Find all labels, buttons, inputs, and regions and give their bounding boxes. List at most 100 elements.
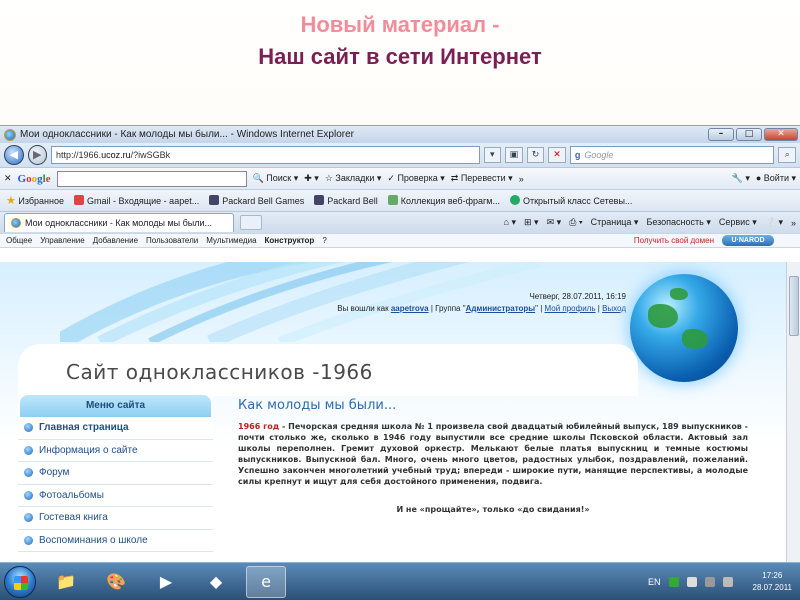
site-datetime: Четверг, 28.07.2011, 16:19 [529, 292, 626, 301]
spellcheck-button[interactable]: ✓ Проверка ▾ [387, 173, 444, 184]
command-bar: ⌂ ▾ ⊞ ▾ ✉ ▾ ⎙ ▾ Страница ▾ Безопасность … [504, 217, 796, 228]
ucoz-admin-panel: Общее Управление Добавление Пользователи… [0, 233, 800, 248]
app-icon[interactable]: ◆ [196, 566, 236, 598]
google-plus-icon[interactable]: ✚ ▾ [304, 173, 319, 184]
bullet-icon [24, 535, 33, 545]
compat-view-icon[interactable]: ▣ [505, 147, 523, 163]
ucoz-add[interactable]: Добавление [93, 236, 138, 245]
slide-title-line1: Новый материал - [300, 12, 500, 37]
google-logo: Google [17, 172, 51, 185]
tab-title: Мои одноклассники - Как молоды мы были..… [25, 218, 213, 228]
tab-page-icon [11, 218, 21, 228]
mail-icon[interactable]: ✉ ▾ [547, 217, 562, 228]
site-title: Сайт одноклассников -1966 [66, 360, 373, 384]
clock[interactable]: 17:26 28.07.2011 [753, 570, 792, 594]
more-chevron-icon[interactable]: » [519, 174, 524, 184]
media-player-icon[interactable]: ▶ [146, 566, 186, 598]
username-link[interactable]: aapetrova [391, 304, 429, 313]
more-chevron-icon[interactable]: » [791, 218, 796, 228]
paint-icon[interactable]: 🎨 [96, 566, 136, 598]
menu-item-guestbook[interactable]: Гостевая книга [18, 507, 213, 530]
close-button[interactable]: ✕ [764, 128, 798, 141]
close-toolbar-icon[interactable]: ✕ [4, 173, 12, 184]
bullet-icon [24, 445, 33, 455]
content-heading: Как молоды мы были... [238, 398, 397, 413]
menu-item-memories[interactable]: Воспоминания о школе [18, 530, 213, 552]
signin-button[interactable]: ● Войти ▾ [756, 173, 796, 184]
taskbar: 📁 🎨 ▶ ◆ e EN 17:26 28.07.2011 [0, 562, 800, 600]
para-year: 1966 год [238, 422, 280, 431]
group-link[interactable]: Администраторы [466, 304, 536, 313]
clock-date: 28.07.2011 [752, 582, 792, 592]
forward-button[interactable]: ▶ [27, 145, 48, 165]
ie-taskbar-icon[interactable]: e [246, 565, 286, 598]
stop-icon[interactable]: ✕ [548, 147, 566, 163]
flag-icon[interactable] [686, 576, 697, 587]
main-content: Как молоды мы были... 1966 год - Печорск… [238, 398, 748, 514]
ucoz-manage[interactable]: Управление [40, 236, 84, 245]
google-search-button[interactable]: 🔍 Поиск ▾ [253, 173, 299, 184]
ucoz-users[interactable]: Пользователи [146, 236, 198, 245]
home-icon[interactable]: ⌂ ▾ [504, 217, 516, 228]
favorite-open-class[interactable]: Открытый класс Сетевы... [509, 195, 632, 206]
ucoz-general[interactable]: Общее [6, 236, 32, 245]
address-field[interactable]: http://1966. ucoz.ru/?iwSGBk [51, 146, 480, 164]
scrollbar-thumb[interactable] [789, 276, 799, 336]
menu-item-info[interactable]: Информация о сайте [18, 440, 213, 462]
bullet-icon [24, 468, 33, 478]
logout-link[interactable]: Выход [602, 304, 626, 313]
new-tab-button[interactable] [240, 215, 262, 230]
tab-row: Мои одноклассники - Как молоды мы были..… [0, 211, 800, 233]
address-bar-row: ◀ ▶ http://1966. ucoz.ru/?iwSGBk ▾ ▣ ↻ ✕ … [0, 143, 800, 167]
unarod-logo: U·NAROD [722, 235, 774, 246]
header-decoration [60, 262, 542, 342]
favorites-button[interactable]: ★ Избранное [6, 194, 64, 207]
ucoz-help[interactable]: ? [322, 236, 326, 245]
slide-title: Новый материал - Наш сайт в сети Интерне… [0, 12, 800, 74]
start-button[interactable] [4, 565, 36, 598]
google-toolbar: ✕ Google 🔍 Поиск ▾ ✚ ▾ ☆ Закладки ▾ ✓ Пр… [0, 167, 800, 189]
maximize-button[interactable]: □ [736, 128, 762, 141]
translate-button[interactable]: ⇄ Перевести ▾ [451, 173, 513, 184]
safety-menu[interactable]: Безопасность ▾ [646, 217, 710, 228]
menu-title: Меню сайта [20, 395, 211, 417]
back-button[interactable]: ◀ [4, 145, 24, 165]
search-icon[interactable]: ⌕ [778, 147, 796, 163]
network-icon[interactable] [704, 576, 715, 587]
explorer-icon[interactable]: 📁 [46, 566, 86, 598]
content-paragraph: 1966 год - Печорская средняя школа № 1 п… [238, 422, 748, 486]
page-menu[interactable]: Страница ▾ [591, 217, 639, 228]
google-toolbar-search-input[interactable] [56, 170, 247, 187]
tools-menu[interactable]: Сервис ▾ [719, 217, 757, 228]
help-icon[interactable]: ❔ ▾ [765, 217, 783, 228]
page-scrollbar[interactable] [786, 262, 800, 562]
favorite-pb[interactable]: Packard Bell [314, 195, 378, 206]
menu-item-home[interactable]: Главная страница [18, 417, 213, 440]
tab-current[interactable]: Мои одноклассники - Как молоды мы были..… [4, 213, 234, 232]
refresh-icon[interactable]: ↻ [526, 147, 545, 163]
system-tray: EN 17:26 28.07.2011 [648, 570, 800, 594]
volume-icon[interactable] [722, 576, 733, 587]
favorite-gmail[interactable]: Gmail - Входящие - aapet... [74, 195, 199, 206]
wrench-icon[interactable]: 🔧 ▾ [732, 173, 750, 184]
address-dropdown-button[interactable]: ▾ [483, 147, 502, 163]
favorite-webslices[interactable]: Коллекция веб-фрагм... [387, 195, 500, 206]
ucoz-constructor[interactable]: Конструктор [265, 236, 315, 245]
minimize-button[interactable]: – [708, 128, 734, 141]
feeds-icon[interactable]: ⊞ ▾ [524, 217, 539, 228]
menu-item-forum[interactable]: Форум [18, 462, 213, 485]
content-closing: И не «прощайте», только «до свидания!» [396, 505, 590, 514]
security-icon[interactable] [668, 576, 679, 587]
bookmarks-button[interactable]: ☆ Закладки ▾ [325, 173, 382, 184]
clock-time: 17:26 [762, 570, 783, 580]
window-controls: – □ ✕ [708, 128, 800, 141]
search-input[interactable]: g Google [569, 146, 775, 164]
windows-logo-icon [14, 575, 28, 590]
get-domain-link[interactable]: Получить свой домен [634, 236, 714, 245]
profile-link[interactable]: Мой профиль [545, 304, 596, 313]
language-indicator[interactable]: EN [648, 577, 661, 587]
menu-item-photos[interactable]: Фотоальбомы [18, 485, 213, 507]
print-icon[interactable]: ⎙ ▾ [569, 217, 582, 228]
favorite-pb-games[interactable]: Packard Bell Games [209, 195, 304, 206]
ucoz-multimedia[interactable]: Мультимедиа [206, 236, 256, 245]
